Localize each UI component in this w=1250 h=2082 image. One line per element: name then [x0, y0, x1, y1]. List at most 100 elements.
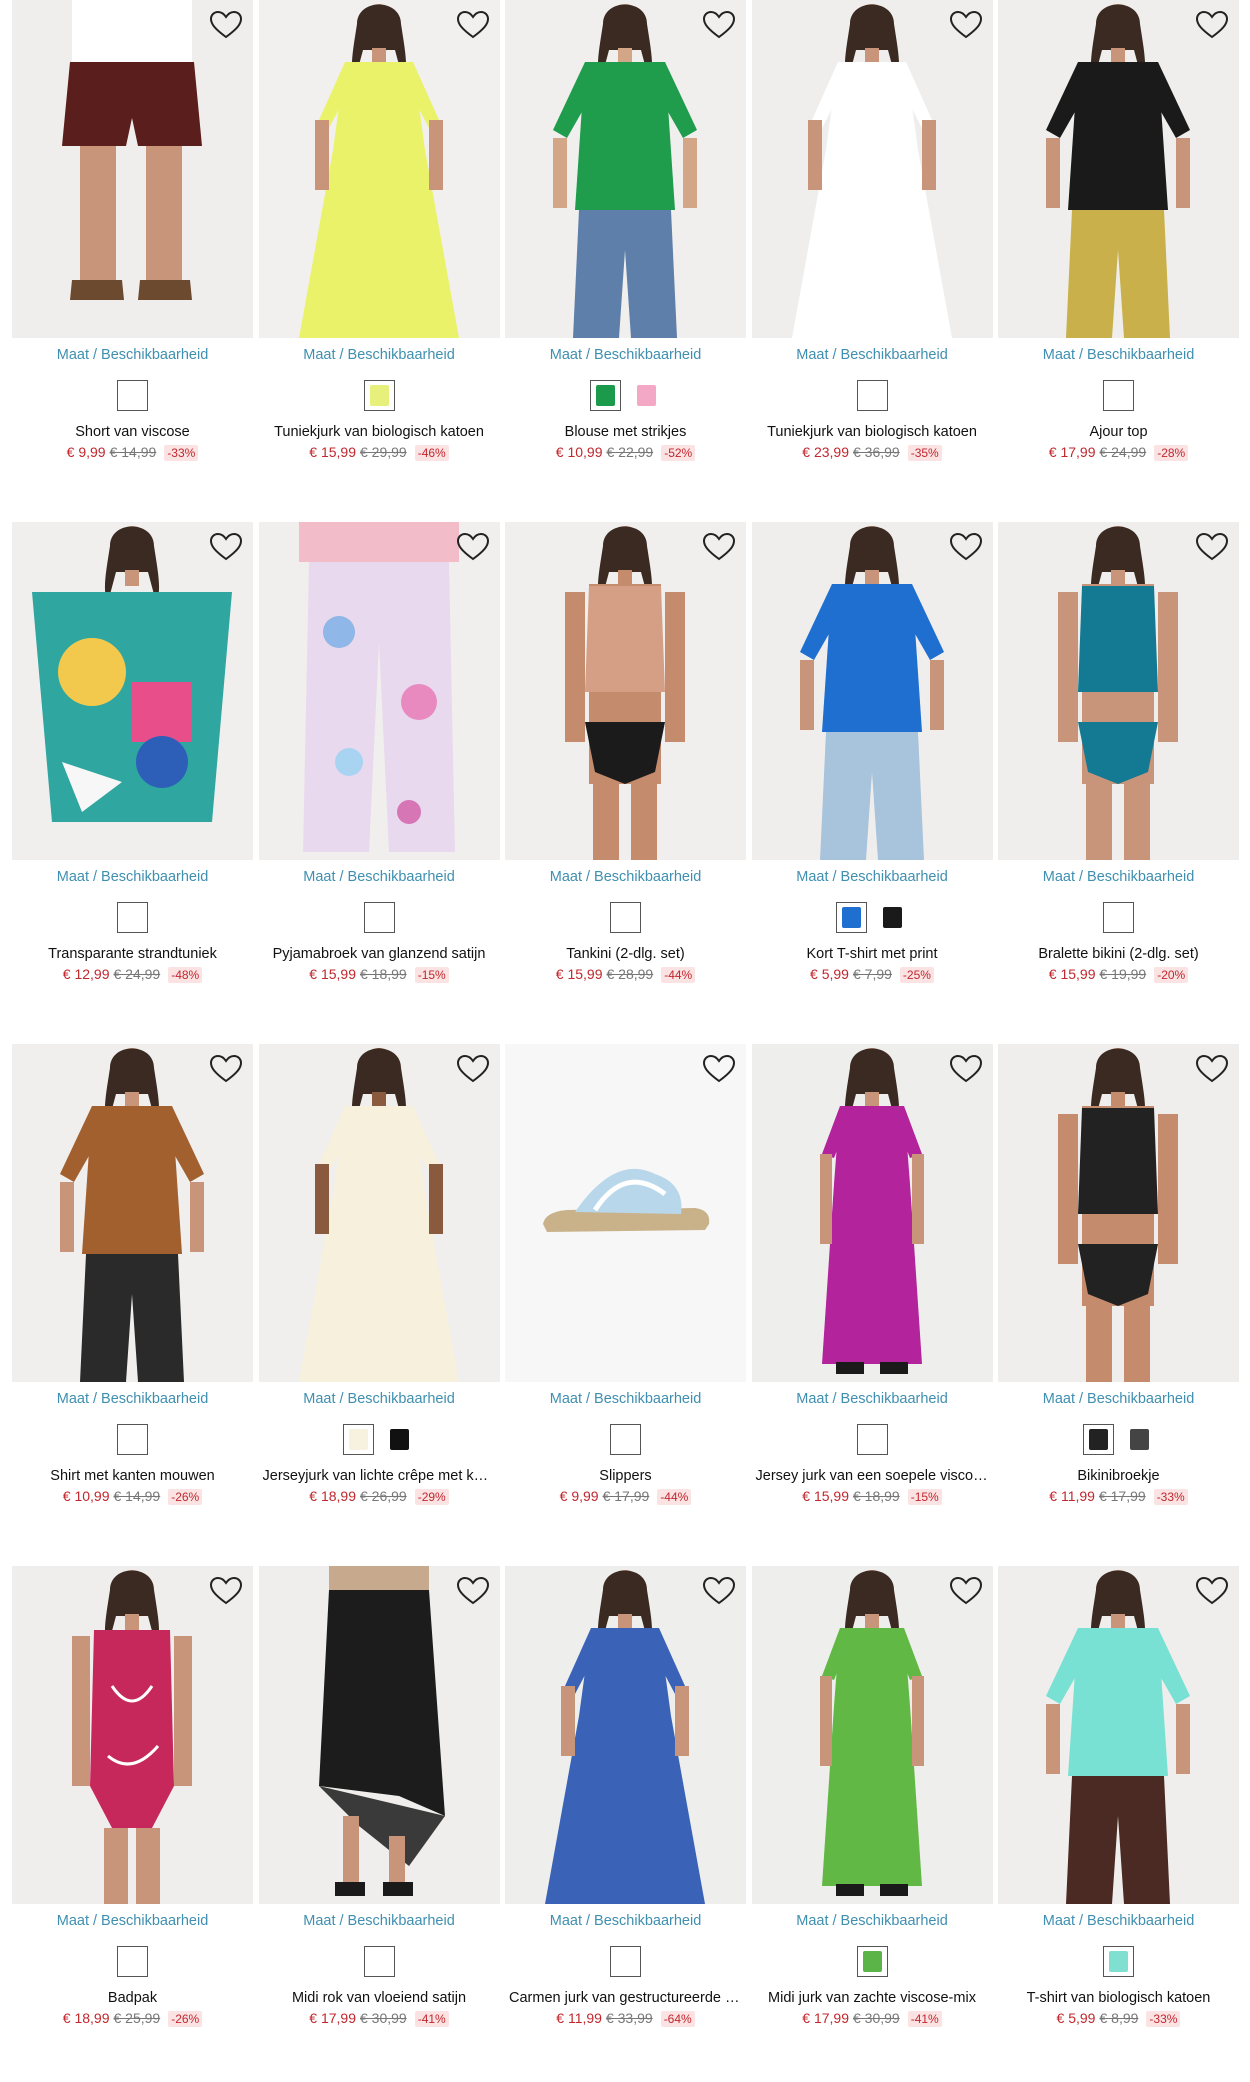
color-swatch[interactable] — [1103, 902, 1134, 933]
size-availability-link[interactable]: Maat / Beschikbaarheid — [752, 347, 993, 363]
wishlist-heart-icon[interactable] — [702, 532, 736, 562]
product-image[interactable] — [998, 1566, 1239, 1904]
size-availability-link[interactable]: Maat / Beschikbaarheid — [752, 1391, 993, 1407]
size-availability-link[interactable]: Maat / Beschikbaarheid — [12, 1913, 253, 1929]
size-availability-link[interactable]: Maat / Beschikbaarheid — [505, 1391, 746, 1407]
color-swatch[interactable] — [343, 1424, 374, 1455]
product-name[interactable]: Jerseyjurk van lichte crêpe met ka… — [259, 1468, 500, 1484]
product-image[interactable] — [998, 1044, 1239, 1382]
product-card[interactable]: Maat / Beschikbaarheid Tuniekjurk van bio… — [751, 0, 993, 490]
product-card[interactable]: Maat / Beschikbaarheid Bikinibroekje € 11,… — [998, 1044, 1239, 1534]
wishlist-heart-icon[interactable] — [456, 1054, 490, 1084]
product-card[interactable]: Maat / Beschikbaarheid Short van viscose €… — [12, 0, 253, 490]
color-swatch[interactable] — [610, 902, 641, 933]
product-image[interactable] — [751, 0, 993, 338]
wishlist-heart-icon[interactable] — [1195, 1054, 1229, 1084]
product-image[interactable] — [998, 522, 1239, 860]
product-card[interactable]: Maat / Beschikbaarheid Bralette bikini (2… — [998, 522, 1239, 1012]
wishlist-heart-icon[interactable] — [1195, 532, 1229, 562]
color-swatch[interactable] — [836, 902, 867, 933]
product-image[interactable] — [505, 1044, 746, 1382]
color-swatch[interactable] — [589, 380, 621, 411]
product-name[interactable]: Tankini (2-dlg. set) — [505, 946, 746, 962]
color-swatch[interactable] — [363, 902, 395, 933]
product-image[interactable] — [505, 522, 746, 860]
product-name[interactable]: Pyjamabroek van glanzend satijn — [259, 946, 500, 962]
color-swatch[interactable] — [856, 1424, 888, 1455]
color-swatch[interactable] — [1123, 1424, 1155, 1455]
product-name[interactable]: Bralette bikini (2-dlg. set) — [998, 946, 1239, 962]
product-image[interactable] — [258, 522, 500, 860]
size-availability-link[interactable]: Maat / Beschikbaarheid — [998, 347, 1239, 363]
product-name[interactable]: Slippers — [505, 1468, 746, 1484]
product-image[interactable] — [12, 522, 253, 860]
product-image[interactable] — [998, 0, 1239, 338]
size-availability-link[interactable]: Maat / Beschikbaarheid — [998, 1391, 1239, 1407]
wishlist-heart-icon[interactable] — [949, 10, 983, 40]
size-availability-link[interactable]: Maat / Beschikbaarheid — [259, 347, 500, 363]
product-image[interactable] — [12, 1566, 253, 1904]
product-name[interactable]: Midi rok van vloeiend satijn — [259, 1990, 500, 2006]
product-image[interactable] — [751, 1044, 993, 1382]
product-name[interactable]: Carmen jurk van gestructureerde v… — [505, 1990, 746, 2006]
color-swatch[interactable] — [117, 902, 148, 933]
product-image[interactable] — [258, 1566, 500, 1904]
wishlist-heart-icon[interactable] — [702, 10, 736, 40]
color-swatch[interactable] — [856, 1946, 888, 1977]
product-card[interactable]: Maat / Beschikbaarheid Slippers € 9,99 € 17… — [505, 1044, 746, 1534]
color-swatch[interactable] — [877, 902, 908, 933]
color-swatch[interactable] — [1103, 1946, 1134, 1977]
color-swatch[interactable] — [1082, 1424, 1114, 1455]
size-availability-link[interactable]: Maat / Beschikbaarheid — [12, 1391, 253, 1407]
size-availability-link[interactable]: Maat / Beschikbaarheid — [259, 869, 500, 885]
product-card[interactable]: Maat / Beschikbaarheid Badpak € 18,99 € 25,… — [12, 1566, 253, 2056]
product-name[interactable]: Blouse met strikjes — [505, 424, 746, 440]
color-swatch[interactable] — [384, 1424, 415, 1455]
size-availability-link[interactable]: Maat / Beschikbaarheid — [12, 347, 253, 363]
product-image[interactable] — [751, 522, 993, 860]
color-swatch[interactable] — [117, 1946, 148, 1977]
wishlist-heart-icon[interactable] — [1195, 1576, 1229, 1606]
product-card[interactable]: Maat / Beschikbaarheid Carmen jurk van ge… — [505, 1566, 746, 2056]
wishlist-heart-icon[interactable] — [702, 1576, 736, 1606]
wishlist-heart-icon[interactable] — [456, 1576, 490, 1606]
product-card[interactable]: Maat / Beschikbaarheid Midi jurk van zach… — [751, 1566, 993, 2056]
size-availability-link[interactable]: Maat / Beschikbaarheid — [259, 1913, 500, 1929]
product-image[interactable] — [258, 1044, 500, 1382]
color-swatch[interactable] — [363, 1946, 395, 1977]
product-name[interactable]: Transparante strandtuniek — [12, 946, 253, 962]
size-availability-link[interactable]: Maat / Beschikbaarheid — [505, 347, 746, 363]
size-availability-link[interactable]: Maat / Beschikbaarheid — [259, 1391, 500, 1407]
wishlist-heart-icon[interactable] — [949, 1576, 983, 1606]
color-swatch[interactable] — [1103, 380, 1134, 411]
wishlist-heart-icon[interactable] — [702, 1054, 736, 1084]
product-card[interactable]: Maat / Beschikbaarheid Tuniekjurk van bio… — [258, 0, 500, 490]
product-name[interactable]: Ajour top — [998, 424, 1239, 440]
product-card[interactable]: Maat / Beschikbaarheid Jerseyjurk van lic… — [258, 1044, 500, 1534]
color-swatch[interactable] — [363, 380, 395, 411]
product-image[interactable] — [751, 1566, 993, 1904]
wishlist-heart-icon[interactable] — [456, 10, 490, 40]
product-name[interactable]: Bikinibroekje — [998, 1468, 1239, 1484]
product-name[interactable]: Badpak — [12, 1990, 253, 2006]
wishlist-heart-icon[interactable] — [209, 10, 243, 40]
product-image[interactable] — [12, 1044, 253, 1382]
size-availability-link[interactable]: Maat / Beschikbaarheid — [505, 1913, 746, 1929]
color-swatch[interactable] — [630, 380, 662, 411]
color-swatch[interactable] — [610, 1424, 641, 1455]
product-card[interactable]: Maat / Beschikbaarheid T-shirt van biolog… — [998, 1566, 1239, 2056]
color-swatch[interactable] — [610, 1946, 641, 1977]
product-name[interactable]: Tuniekjurk van biologisch katoen — [752, 424, 993, 440]
wishlist-heart-icon[interactable] — [949, 532, 983, 562]
product-card[interactable]: Maat / Beschikbaarheid Shirt met kanten m… — [12, 1044, 253, 1534]
wishlist-heart-icon[interactable] — [456, 532, 490, 562]
product-card[interactable]: Maat / Beschikbaarheid Tankini (2-dlg. se… — [505, 522, 746, 1012]
size-availability-link[interactable]: Maat / Beschikbaarheid — [12, 869, 253, 885]
product-name[interactable]: Tuniekjurk van biologisch katoen — [259, 424, 500, 440]
size-availability-link[interactable]: Maat / Beschikbaarheid — [752, 1913, 993, 1929]
color-swatch[interactable] — [856, 380, 888, 411]
product-name[interactable]: Jersey jurk van een soepele viscose… — [752, 1468, 993, 1484]
wishlist-heart-icon[interactable] — [209, 1576, 243, 1606]
wishlist-heart-icon[interactable] — [949, 1054, 983, 1084]
wishlist-heart-icon[interactable] — [209, 532, 243, 562]
